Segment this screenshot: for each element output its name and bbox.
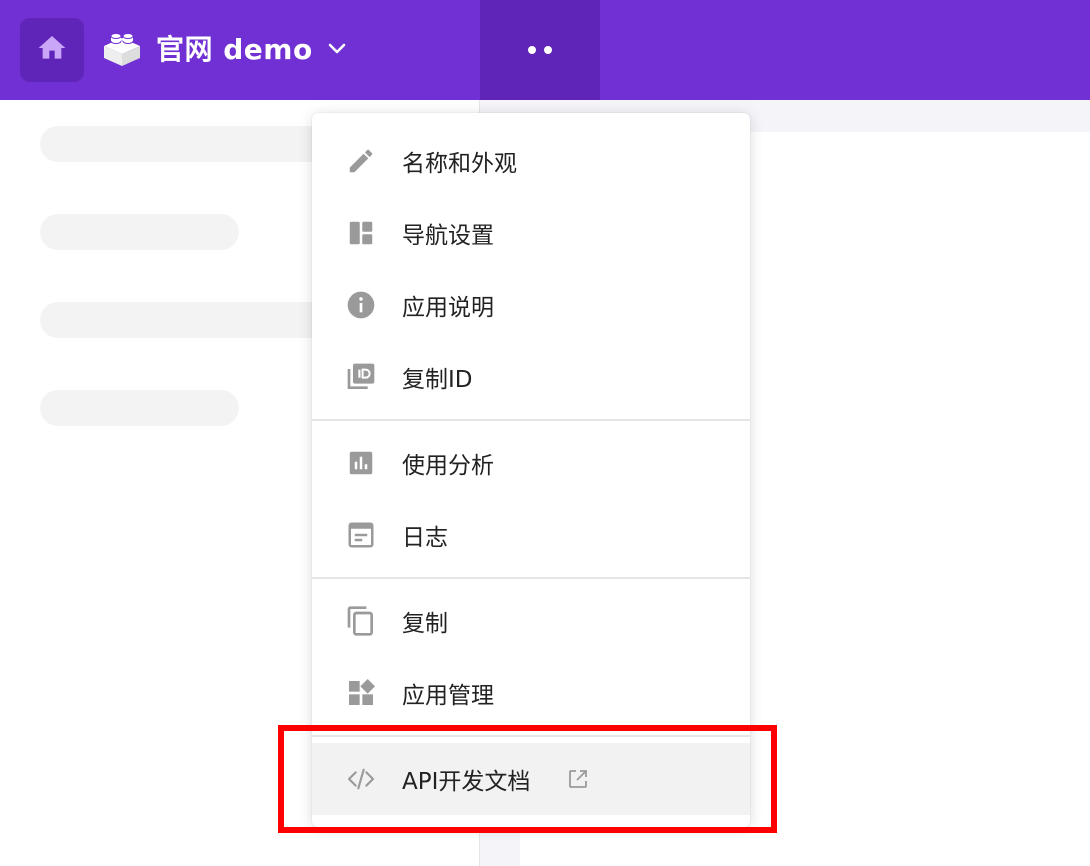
pencil-icon	[345, 145, 377, 177]
app-title: 官网 demo	[156, 33, 313, 66]
menu-item-name-appearance[interactable]: 名称和外观	[312, 125, 750, 197]
menu-item-app-description[interactable]: 应用说明	[312, 269, 750, 341]
menu-item-logs[interactable]: 日志	[312, 499, 750, 571]
menu-item-label: 应用管理	[402, 683, 494, 709]
menu-item-usage-analytics[interactable]: 使用分析	[312, 427, 750, 499]
copy-icon	[345, 605, 377, 637]
log-icon	[345, 519, 377, 551]
more-dot-icon	[528, 46, 536, 54]
info-icon	[345, 289, 377, 321]
menu-item-label: 日志	[402, 525, 448, 551]
menu-divider	[312, 419, 750, 421]
menu-item-label: 使用分析	[402, 453, 494, 479]
menu-divider	[312, 577, 750, 579]
menu-item-label: 名称和外观	[402, 151, 517, 177]
skeleton-line	[40, 214, 239, 250]
menu-item-label: 复制	[402, 611, 448, 637]
home-button[interactable]	[20, 18, 84, 82]
more-options-button[interactable]	[480, 0, 600, 100]
skeleton-line	[40, 126, 340, 162]
skeleton-line	[40, 390, 239, 426]
menu-item-duplicate[interactable]: 复制	[312, 585, 750, 657]
menu-item-label: 应用说明	[402, 295, 494, 321]
menu-item-app-management[interactable]: 应用管理	[312, 657, 750, 729]
more-dot-icon	[544, 46, 552, 54]
bar-chart-icon	[345, 447, 377, 479]
home-icon	[36, 32, 68, 68]
id-card-icon	[345, 361, 377, 393]
app-logo-icon	[100, 26, 144, 74]
menu-item-copy-id[interactable]: 复制ID	[312, 341, 750, 413]
highlight-annotation	[278, 725, 777, 833]
app-options-menu: 名称和外观 导航设置 应用说明 复制ID 使用分析 日志 复制 应用管理 API…	[312, 113, 750, 827]
menu-item-navigation-settings[interactable]: 导航设置	[312, 197, 750, 269]
skeleton-line	[40, 302, 340, 338]
menu-item-label: 复制ID	[402, 367, 473, 393]
layout-icon	[345, 217, 377, 249]
apps-icon	[345, 677, 377, 709]
top-bar: 官网 demo	[0, 0, 1090, 100]
menu-item-label: 导航设置	[402, 223, 494, 249]
chevron-down-icon	[325, 36, 349, 64]
app-switcher[interactable]: 官网 demo	[100, 24, 349, 76]
